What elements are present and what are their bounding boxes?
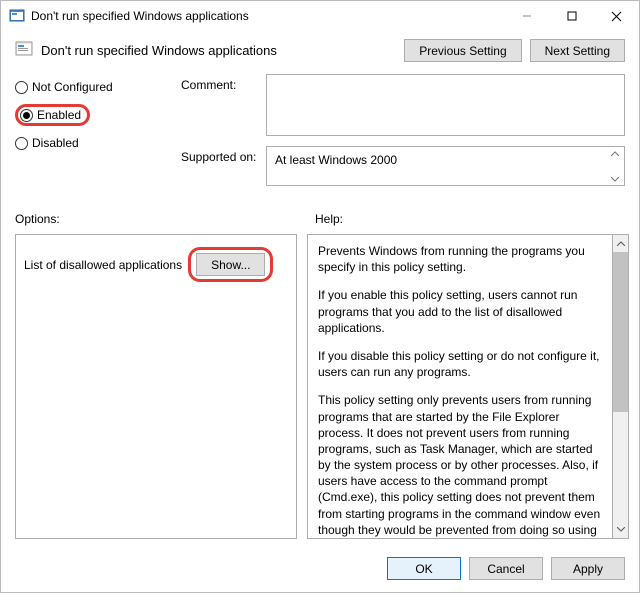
next-setting-button[interactable]: Next Setting xyxy=(530,39,625,62)
radio-icon xyxy=(15,81,28,94)
scroll-down-icon[interactable] xyxy=(610,175,620,183)
supported-on-label: Supported on: xyxy=(181,146,266,164)
supported-on-value: At least Windows 2000 xyxy=(275,153,397,167)
supported-on-box: At least Windows 2000 xyxy=(266,146,625,186)
app-icon xyxy=(9,8,25,24)
cancel-button[interactable]: Cancel xyxy=(469,557,543,580)
next-setting-label: Next Setting xyxy=(545,44,610,58)
window-title: Don't run specified Windows applications xyxy=(31,9,504,23)
dialog-window: Don't run specified Windows applications xyxy=(0,0,640,593)
scroll-up-icon[interactable] xyxy=(613,235,628,252)
titlebar: Don't run specified Windows applications xyxy=(1,1,639,31)
apply-button[interactable]: Apply xyxy=(551,557,625,580)
window-controls xyxy=(504,1,639,31)
help-scrollbar[interactable] xyxy=(612,234,629,539)
comment-textarea[interactable] xyxy=(266,74,625,136)
close-button[interactable] xyxy=(594,1,639,31)
comment-label: Comment: xyxy=(181,74,266,92)
previous-setting-button[interactable]: Previous Setting xyxy=(404,39,521,62)
cancel-label: Cancel xyxy=(487,562,524,576)
radio-label: Enabled xyxy=(37,108,81,122)
previous-setting-label: Previous Setting xyxy=(419,44,506,58)
help-panel-wrap: Prevents Windows from running the progra… xyxy=(307,234,629,539)
radio-label: Disabled xyxy=(32,136,79,150)
subheader: Don't run specified Windows applications… xyxy=(1,31,639,68)
scroll-thumb[interactable] xyxy=(613,252,628,412)
disallowed-list-label: List of disallowed applications xyxy=(24,258,182,272)
radio-icon xyxy=(20,109,33,122)
scroll-down-icon[interactable] xyxy=(613,521,628,538)
radio-icon xyxy=(15,137,28,150)
body-area: List of disallowed applications Show... … xyxy=(1,232,639,549)
help-paragraph: If you disable this policy setting or do… xyxy=(318,348,602,380)
section-labels: Options: Help: xyxy=(1,196,639,232)
radio-enabled[interactable]: Enabled xyxy=(20,108,81,122)
config-area: Not Configured Enabled Disabled Comment:… xyxy=(1,68,639,196)
options-heading: Options: xyxy=(15,212,315,226)
radio-label: Not Configured xyxy=(32,80,113,94)
policy-icon xyxy=(15,40,33,61)
show-button-label: Show... xyxy=(211,258,250,272)
help-heading: Help: xyxy=(315,212,343,226)
radio-disabled[interactable]: Disabled xyxy=(15,136,165,150)
ok-button[interactable]: OK xyxy=(387,557,461,580)
radio-not-configured[interactable]: Not Configured xyxy=(15,80,165,94)
dialog-footer: OK Cancel Apply xyxy=(1,549,639,592)
maximize-button[interactable] xyxy=(549,1,594,31)
minimize-button[interactable] xyxy=(504,1,549,31)
help-paragraph: This policy setting only prevents users … xyxy=(318,392,602,539)
ok-label: OK xyxy=(415,562,432,576)
apply-label: Apply xyxy=(573,562,603,576)
help-paragraph: Prevents Windows from running the progra… xyxy=(318,243,602,275)
options-panel: List of disallowed applications Show... xyxy=(15,234,297,539)
show-button[interactable]: Show... xyxy=(196,253,265,276)
help-panel: Prevents Windows from running the progra… xyxy=(307,234,612,539)
policy-title: Don't run specified Windows applications xyxy=(41,43,277,58)
help-paragraph: If you enable this policy setting, users… xyxy=(318,287,602,336)
scroll-up-icon[interactable] xyxy=(610,149,620,157)
state-radio-group: Not Configured Enabled Disabled xyxy=(15,74,165,196)
